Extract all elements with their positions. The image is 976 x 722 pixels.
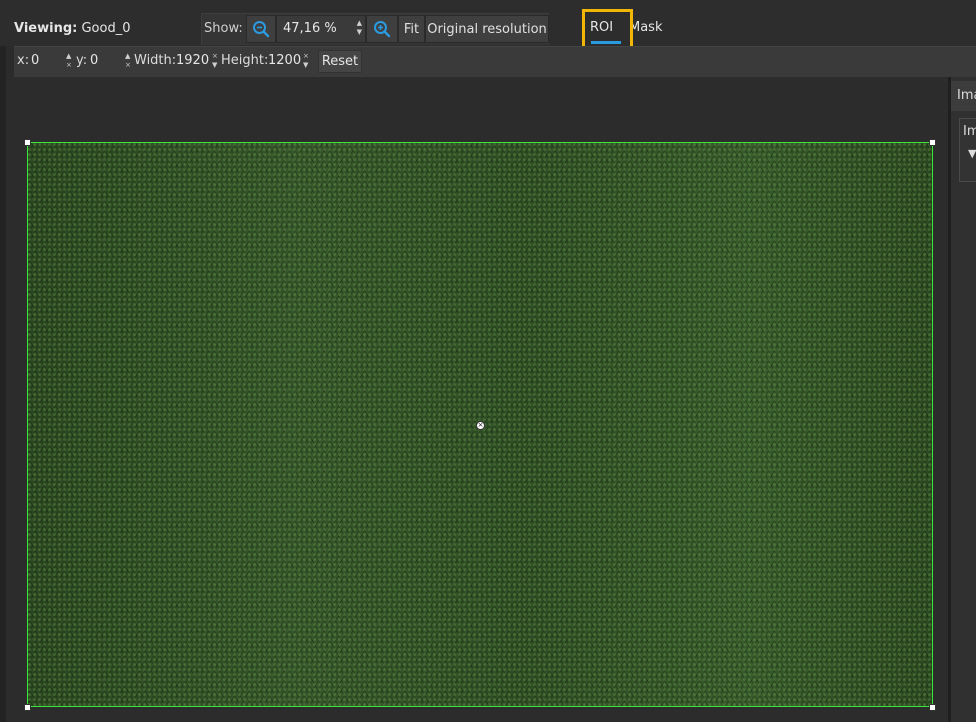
spin-down-icon[interactable]: ▼ (303, 61, 309, 70)
spin-up-icon[interactable]: ▲ (357, 19, 362, 28)
viewing-name: Good_0 (81, 21, 131, 36)
x-label: x: (17, 53, 30, 68)
width-input[interactable]: 1920 (176, 50, 212, 72)
chevron-down-icon[interactable]: ▼ (968, 147, 976, 160)
clear-icon[interactable]: × (212, 52, 218, 61)
zoom-level-input[interactable]: 47,16 % ▲ ▼ (276, 15, 366, 43)
zoom-out-button[interactable] (246, 15, 276, 43)
clear-icon[interactable]: × (125, 61, 131, 70)
zoom-level-value: 47,16 % (283, 21, 337, 36)
roi-handle-bottom-right[interactable] (929, 704, 936, 711)
zoom-in-button[interactable] (366, 15, 398, 43)
roi-handle-top-right[interactable] (929, 139, 936, 146)
original-resolution-button[interactable]: Original resolution (425, 15, 549, 43)
viewing-caption: Viewing: (14, 21, 78, 36)
roi-handle-top-left[interactable] (24, 139, 31, 146)
right-panel-group-label: Im (963, 124, 976, 139)
spin-down-icon[interactable]: ▼ (357, 28, 362, 37)
y-input[interactable]: 0 (90, 50, 126, 72)
y-value: 0 (90, 53, 99, 68)
roi-handle-bottom-left[interactable] (24, 704, 31, 711)
right-panel-header: Ima (951, 81, 976, 111)
clear-icon[interactable]: × (66, 61, 72, 70)
spin-up-icon[interactable]: ▲ (66, 52, 72, 61)
y-label: y: (76, 53, 88, 68)
width-value: 1920 (176, 53, 210, 68)
x-spinner[interactable]: ▲ × (66, 52, 72, 70)
height-input[interactable]: 1200 (268, 50, 302, 72)
zoom-out-icon (253, 21, 270, 38)
show-label: Show: (204, 21, 243, 36)
spin-down-icon[interactable]: ▼ (212, 61, 218, 70)
height-value: 1200 (268, 53, 302, 68)
roi-tab-highlight (582, 9, 633, 49)
spin-up-icon[interactable]: ▲ (125, 52, 131, 61)
height-spinner[interactable]: × ▼ (303, 52, 309, 70)
width-label: Width: (134, 53, 177, 68)
viewing-label: Viewing: Good_0 (14, 21, 131, 36)
height-label: Height: (221, 53, 269, 68)
width-spinner[interactable]: × ▼ (212, 52, 218, 70)
fit-button[interactable]: Fit (398, 15, 425, 43)
y-spinner[interactable]: ▲ × (125, 52, 131, 70)
reset-button[interactable]: Reset (318, 50, 362, 73)
zoom-spinner[interactable]: ▲ ▼ (357, 19, 362, 37)
roi-center-handle[interactable]: × (476, 421, 485, 430)
clear-icon[interactable]: × (303, 52, 309, 61)
x-value: 0 (31, 53, 40, 68)
zoom-in-icon (374, 21, 391, 38)
tab-mask[interactable]: Mask (629, 20, 662, 35)
